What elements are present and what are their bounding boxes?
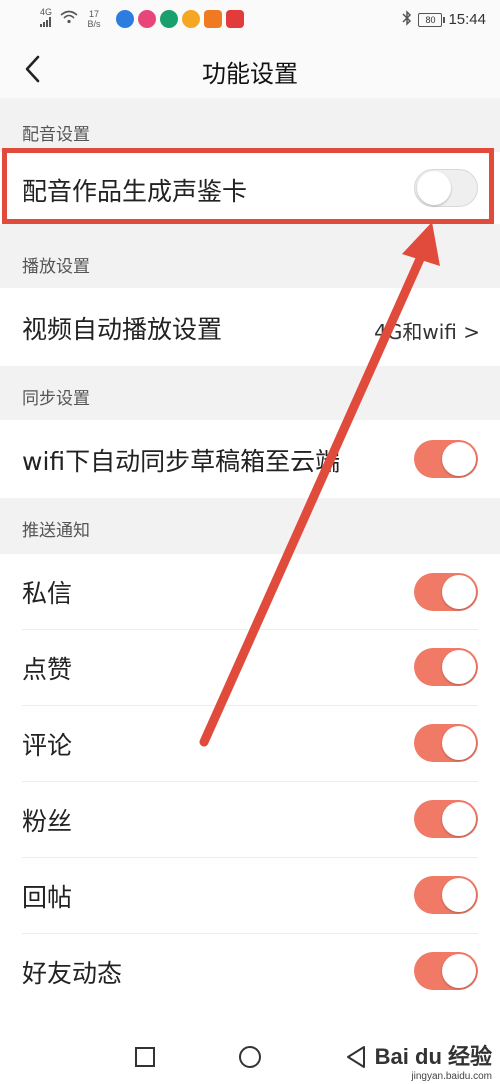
signal-icon: 4G [40, 8, 54, 29]
wifi-icon [60, 10, 78, 27]
toggle-knob [442, 726, 476, 760]
row-draft-sync[interactable]: wifi下自动同步草稿箱至云端 [0, 420, 500, 498]
row-label: 视频自动播放设置 [22, 315, 223, 344]
network-speed: 17 B/s [84, 9, 104, 29]
notification-app-icon [160, 9, 178, 28]
battery-icon: 80 [418, 12, 446, 27]
push-toggle-friend-activity[interactable] [414, 952, 478, 990]
toggle-knob [442, 442, 476, 476]
push-toggle-likes[interactable] [414, 648, 478, 686]
system-nav-bar: Bai du 经验 jingyan.baidu.com [0, 1030, 500, 1084]
toggle-knob [442, 802, 476, 836]
bluetooth-icon [402, 10, 412, 29]
notification-app-icon [204, 9, 222, 28]
notification-app-icon [116, 9, 134, 28]
triangle-back-icon[interactable] [342, 1043, 370, 1071]
section-push: 推送通知 [0, 500, 500, 548]
toggle-knob [442, 878, 476, 912]
push-toggle-fans[interactable] [414, 800, 478, 838]
clock: 15:44 [448, 11, 486, 28]
row-push-3[interactable]: 粉丝 [0, 782, 500, 858]
section-title-sync: 同步设置 [22, 389, 90, 409]
row-push-2[interactable]: 评论 [0, 706, 500, 782]
row-label: 回帖 [22, 883, 73, 912]
row-label: 粉丝 [22, 807, 73, 836]
notification-app-icons [116, 9, 244, 28]
toggle-knob [442, 650, 476, 684]
status-bar: 4G 17 B/s 80 15:44 [0, 0, 500, 40]
notification-app-icon [182, 9, 200, 28]
section-title-dubbing: 配音设置 [22, 125, 90, 145]
baidu-watermark: Bai du 经验 jingyan.baidu.com [375, 1039, 492, 1082]
section-dubbing: 配音设置 [0, 104, 500, 152]
row-video-autoplay[interactable]: 视频自动播放设置 4G和wifi > [0, 288, 500, 366]
network-speed-unit: B/s [87, 18, 101, 29]
autoplay-value: 4G和wifi > [374, 320, 480, 344]
row-label: 好友动态 [22, 959, 123, 988]
circle-icon[interactable] [236, 1043, 264, 1071]
page-title: 功能设置 [202, 60, 298, 88]
notification-app-icon [138, 9, 156, 28]
section-playback: 播放设置 [0, 236, 500, 284]
row-push-1[interactable]: 点赞 [0, 630, 500, 706]
push-toggle-private-message[interactable] [414, 573, 478, 611]
push-toggle-comments[interactable] [414, 724, 478, 762]
section-title-push: 推送通知 [22, 521, 90, 541]
section-sync: 同步设置 [0, 368, 500, 416]
square-icon[interactable] [131, 1043, 159, 1071]
row-label: 私信 [22, 579, 73, 608]
toggle-knob [442, 575, 476, 609]
draft-sync-toggle[interactable] [414, 440, 478, 478]
row-label: wifi下自动同步草稿箱至云端 [22, 447, 341, 476]
notification-app-icon [226, 9, 244, 28]
app-header: 功能设置 [0, 40, 500, 98]
toggle-knob [442, 954, 476, 988]
annotation-highlight-box [2, 148, 494, 224]
row-label: 评论 [22, 731, 73, 760]
watermark-main: Bai du 经验 [374, 1044, 492, 1069]
watermark-sub: jingyan.baidu.com [411, 1071, 492, 1082]
network-speed-value: 17 [88, 8, 99, 19]
row-push-0[interactable]: 私信 [0, 554, 500, 630]
row-push-5[interactable]: 好友动态 [0, 934, 500, 1030]
row-label: 点赞 [22, 655, 73, 684]
push-toggle-replies[interactable] [414, 876, 478, 914]
row-push-4[interactable]: 回帖 [0, 858, 500, 934]
network-type: 4G [40, 7, 53, 17]
section-title-playback: 播放设置 [22, 257, 90, 277]
